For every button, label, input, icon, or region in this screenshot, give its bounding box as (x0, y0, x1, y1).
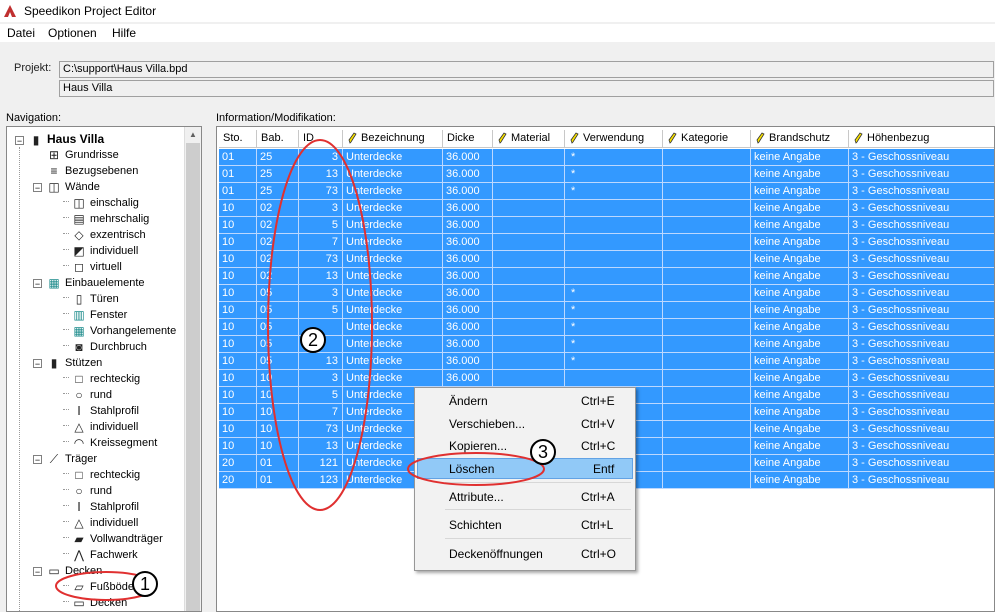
annotation-overlay (55, 139, 545, 601)
annotation-badge-2: 2 (300, 327, 326, 353)
annotation-ellipse-id-column (267, 139, 373, 511)
annotation-ellipse-loeschen (407, 452, 545, 486)
annotation-badge-3: 3 (530, 439, 556, 465)
annotation-badge-1: 1 (132, 571, 158, 597)
